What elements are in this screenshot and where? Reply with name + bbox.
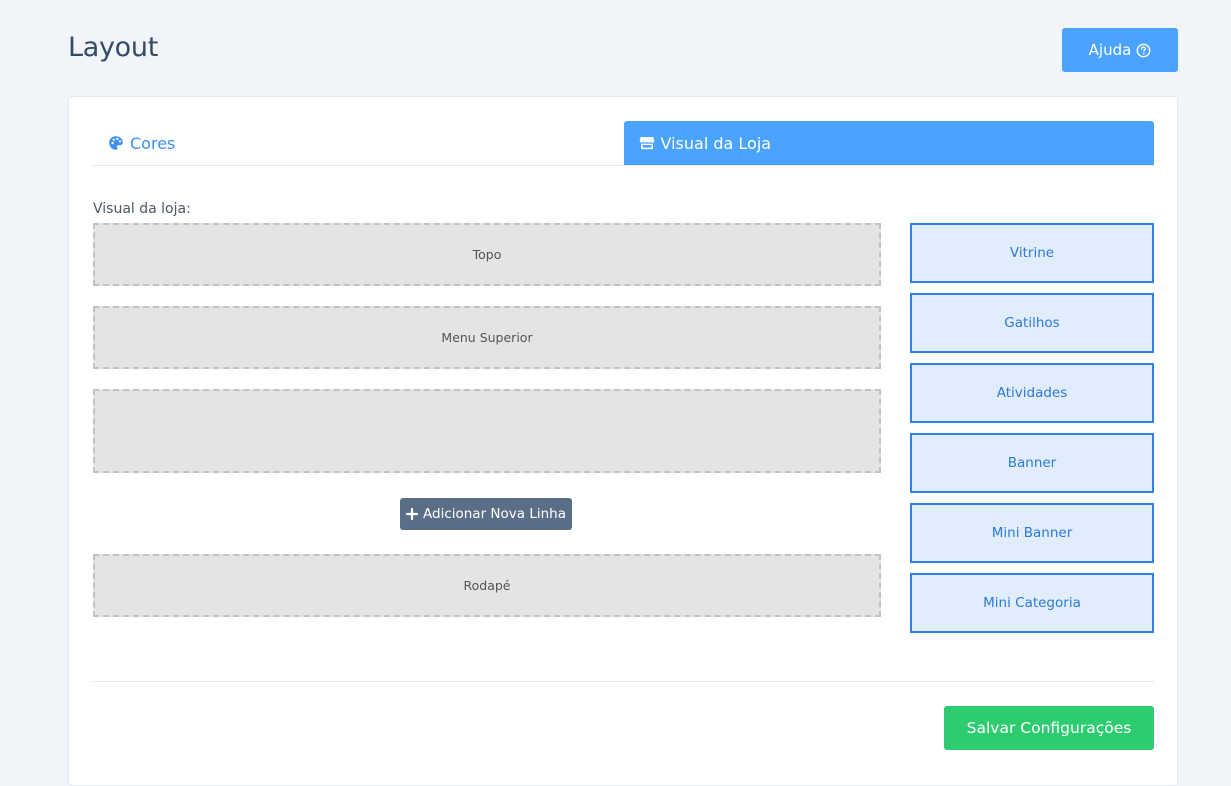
widget-label: Mini Banner [991, 525, 1073, 541]
widget-mini-banner[interactable]: Mini Banner [910, 503, 1154, 563]
plus-icon [406, 508, 418, 520]
layout-card: Cores Visual da Loja Visual da loja: Top… [68, 96, 1178, 786]
palette-icon [109, 136, 123, 150]
add-row-button[interactable]: Adicionar Nova Linha [400, 498, 572, 530]
tab-visual-da-loja-label: Visual da Loja [660, 133, 772, 153]
slot-rodape[interactable]: Rodapé [93, 554, 881, 617]
slot-menu-superior[interactable]: Menu Superior [93, 306, 881, 369]
widget-banner[interactable]: Banner [910, 433, 1154, 493]
widget-label: Banner [1007, 455, 1057, 471]
save-settings-button[interactable]: Salvar Configurações [944, 706, 1154, 750]
widget-label: Atividades [996, 385, 1068, 401]
divider [93, 681, 1154, 682]
save-settings-label: Salvar Configurações [966, 719, 1132, 737]
page-title: Layout [68, 32, 158, 63]
widget-atividades[interactable]: Atividades [910, 363, 1154, 423]
widget-vitrine[interactable]: Vitrine [910, 223, 1154, 283]
slot-menu-superior-label: Menu Superior [441, 330, 533, 345]
add-row-button-label: Adicionar Nova Linha [423, 506, 566, 522]
widget-list: Vitrine Gatilhos Atividades Banner Mini … [910, 223, 1154, 643]
widget-label: Mini Categoria [983, 595, 1081, 611]
tab-cores-label: Cores [130, 133, 176, 153]
help-button[interactable]: Ajuda [1062, 28, 1178, 72]
widget-label: Vitrine [1009, 245, 1055, 261]
section-label: Visual da loja: [93, 201, 191, 217]
tab-visual-da-loja[interactable]: Visual da Loja [623, 121, 1154, 165]
slot-rodape-label: Rodapé [463, 578, 511, 593]
store-icon [639, 137, 654, 150]
tab-cores[interactable]: Cores [93, 121, 624, 165]
question-circle-icon [1136, 43, 1151, 57]
widget-gatilhos[interactable]: Gatilhos [910, 293, 1154, 353]
slot-content-row[interactable] [93, 389, 881, 473]
slot-topo[interactable]: Topo [93, 223, 881, 286]
slot-topo-label: Topo [472, 247, 502, 262]
tab-bar: Cores Visual da Loja [93, 121, 1154, 166]
help-button-label: Ajuda [1088, 41, 1132, 59]
widget-mini-categoria[interactable]: Mini Categoria [910, 573, 1154, 633]
widget-label: Gatilhos [1004, 315, 1060, 331]
